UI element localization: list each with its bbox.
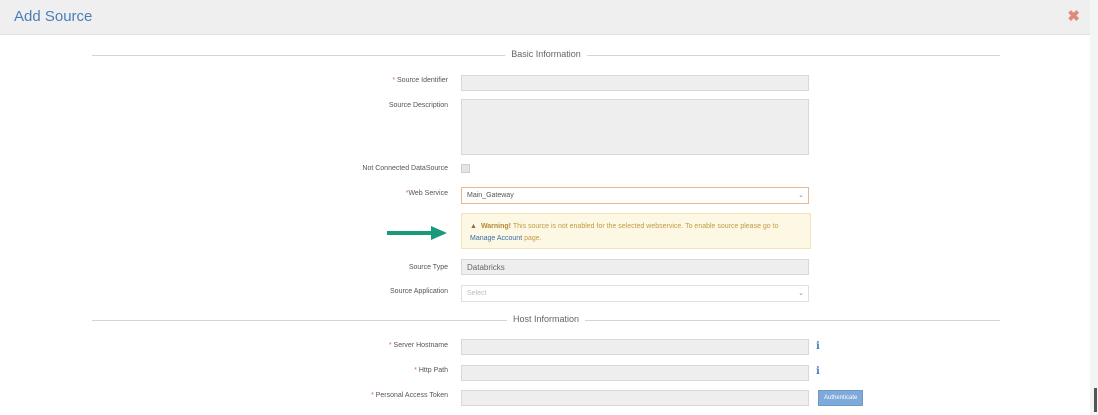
scrollbar[interactable]: [1090, 0, 1098, 415]
source-identifier-label: * Source Identifier: [392, 77, 448, 84]
web-service-select[interactable]: Main_Gateway ⌄: [461, 187, 809, 204]
source-type-label: Source Type: [408, 264, 448, 271]
web-service-value: Main_Gateway: [467, 192, 514, 199]
warning-alert: ▲ Warning! This source is not enabled for…: [461, 213, 811, 249]
http-path-label: * Http Path: [414, 367, 448, 374]
source-description-label: Source Description: [388, 102, 448, 109]
warning-title: Warning!: [480, 223, 512, 230]
chevron-down-icon: ⌄: [798, 192, 804, 199]
personal-access-token-label: * Personal Access Token: [371, 392, 448, 399]
web-service-label: *Web Service: [405, 190, 448, 197]
not-connected-label: Not Connected DataSource: [362, 165, 448, 172]
modal-title: Add Source: [14, 8, 93, 25]
close-icon[interactable]: ✖: [1067, 7, 1080, 25]
server-hostname-label: * Server Hostname: [388, 342, 448, 349]
personal-access-token-input[interactable]: [461, 390, 809, 406]
authenticate-button[interactable]: Authenticate: [818, 390, 864, 406]
warning-text: This source is not enabled for the selec…: [512, 223, 779, 230]
info-icon[interactable]: i: [816, 341, 820, 352]
modal-header: Add Source ✖: [0, 0, 1090, 35]
source-application-select[interactable]: Select ⌄: [461, 285, 809, 302]
section-basic-information: Basic Information: [92, 49, 1000, 61]
source-application-label: Source Application: [390, 288, 448, 295]
not-connected-checkbox[interactable]: [461, 164, 470, 173]
server-hostname-input[interactable]: [461, 339, 809, 355]
section-title: Host Information: [506, 314, 586, 324]
source-description-textarea[interactable]: [461, 99, 809, 155]
green-arrow-icon: [387, 226, 447, 240]
chevron-down-icon: ⌄: [798, 290, 804, 297]
info-icon[interactable]: i: [816, 366, 820, 377]
source-type-field: Databricks: [461, 259, 809, 275]
manage-account-link[interactable]: Manage Account: [470, 235, 522, 242]
source-application-placeholder: Select: [467, 290, 487, 297]
source-identifier-input[interactable]: [461, 75, 809, 91]
warning-text-end: page.: [524, 235, 542, 242]
scrollbar-thumb[interactable]: [1094, 388, 1097, 412]
warning-icon: ▲: [470, 223, 477, 230]
http-path-input[interactable]: [461, 365, 809, 381]
section-title: Basic Information: [505, 49, 587, 59]
section-host-information: Host Information: [92, 314, 1000, 326]
